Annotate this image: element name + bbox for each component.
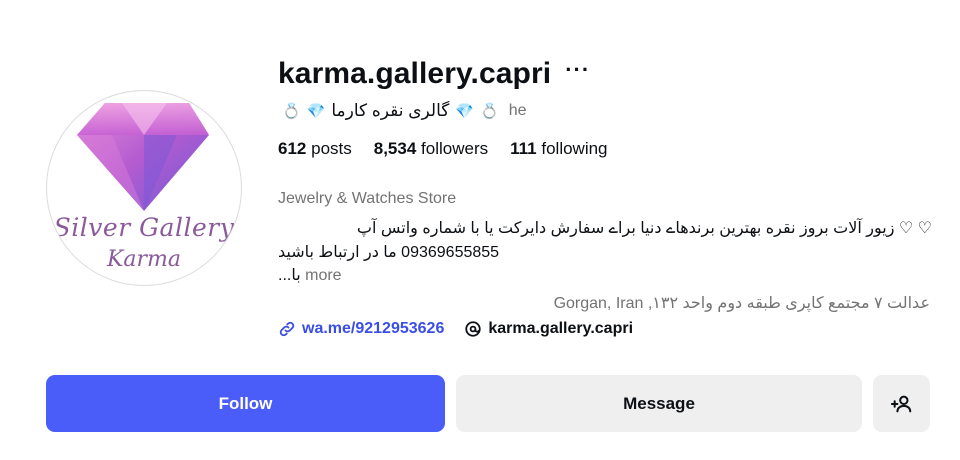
username: karma.gallery.capri bbox=[278, 57, 552, 90]
profile-links: wa.me/9212953626 karma.gallery.capri bbox=[278, 320, 633, 338]
add-person-icon bbox=[890, 395, 911, 412]
threads-link-text: karma.gallery.capri bbox=[488, 320, 634, 337]
bio-truncated-text: ...با bbox=[278, 267, 301, 284]
full-name-row: 💍 💎 گالری نقره کارما 💎 💍 he bbox=[282, 99, 527, 123]
profile-avatar[interactable]: Silver Gallery Karma bbox=[46, 90, 242, 286]
username-row: karma.gallery.capri ··· bbox=[278, 54, 590, 94]
avatar-logo-text: Silver Gallery bbox=[53, 213, 235, 242]
follow-button[interactable]: Follow bbox=[46, 375, 445, 432]
bio-line-1: ♡ ♡ زیور آلات بروز نقره بهترین برندهاے د… bbox=[356, 220, 932, 237]
posts-count: 612 posts bbox=[278, 139, 352, 158]
more-options-icon[interactable]: ··· bbox=[565, 59, 590, 89]
ring-icon: 💍 bbox=[282, 103, 301, 120]
suggested-users-button[interactable] bbox=[873, 375, 930, 432]
ring-icon: 💍 bbox=[480, 103, 499, 120]
following-count[interactable]: 111 following bbox=[510, 139, 607, 159]
address-link[interactable]: عدالت ۷ مجتمع کاپری طبقه دوم واحد ۱۳۲, G… bbox=[515, 293, 930, 313]
gem-icon: 💎 bbox=[455, 103, 475, 120]
whatsapp-link-text: wa.me/9212953626 bbox=[302, 320, 445, 337]
category-label: Jewelry & Watches Store bbox=[278, 190, 457, 207]
message-button[interactable]: Message bbox=[456, 375, 862, 432]
threads-icon bbox=[465, 321, 481, 337]
pronouns: he bbox=[508, 102, 527, 119]
link-icon bbox=[279, 321, 295, 337]
profile-stats: 612 posts 8,534 followers 111 following bbox=[278, 139, 608, 159]
bio-line-3: ...با more bbox=[278, 265, 342, 285]
threads-link[interactable]: karma.gallery.capri bbox=[464, 320, 633, 338]
more-link[interactable]: more bbox=[305, 267, 341, 284]
whatsapp-link[interactable]: wa.me/9212953626 bbox=[278, 320, 444, 338]
avatar-logo-subtext: Karma bbox=[106, 247, 182, 272]
bio-line-2: 09369655855 ما در ارتباط باشید bbox=[278, 244, 500, 261]
gem-icon: 💎 bbox=[306, 103, 326, 120]
followers-count[interactable]: 8,534 followers bbox=[374, 139, 488, 159]
full-name: گالری نقره کارما bbox=[331, 101, 450, 120]
